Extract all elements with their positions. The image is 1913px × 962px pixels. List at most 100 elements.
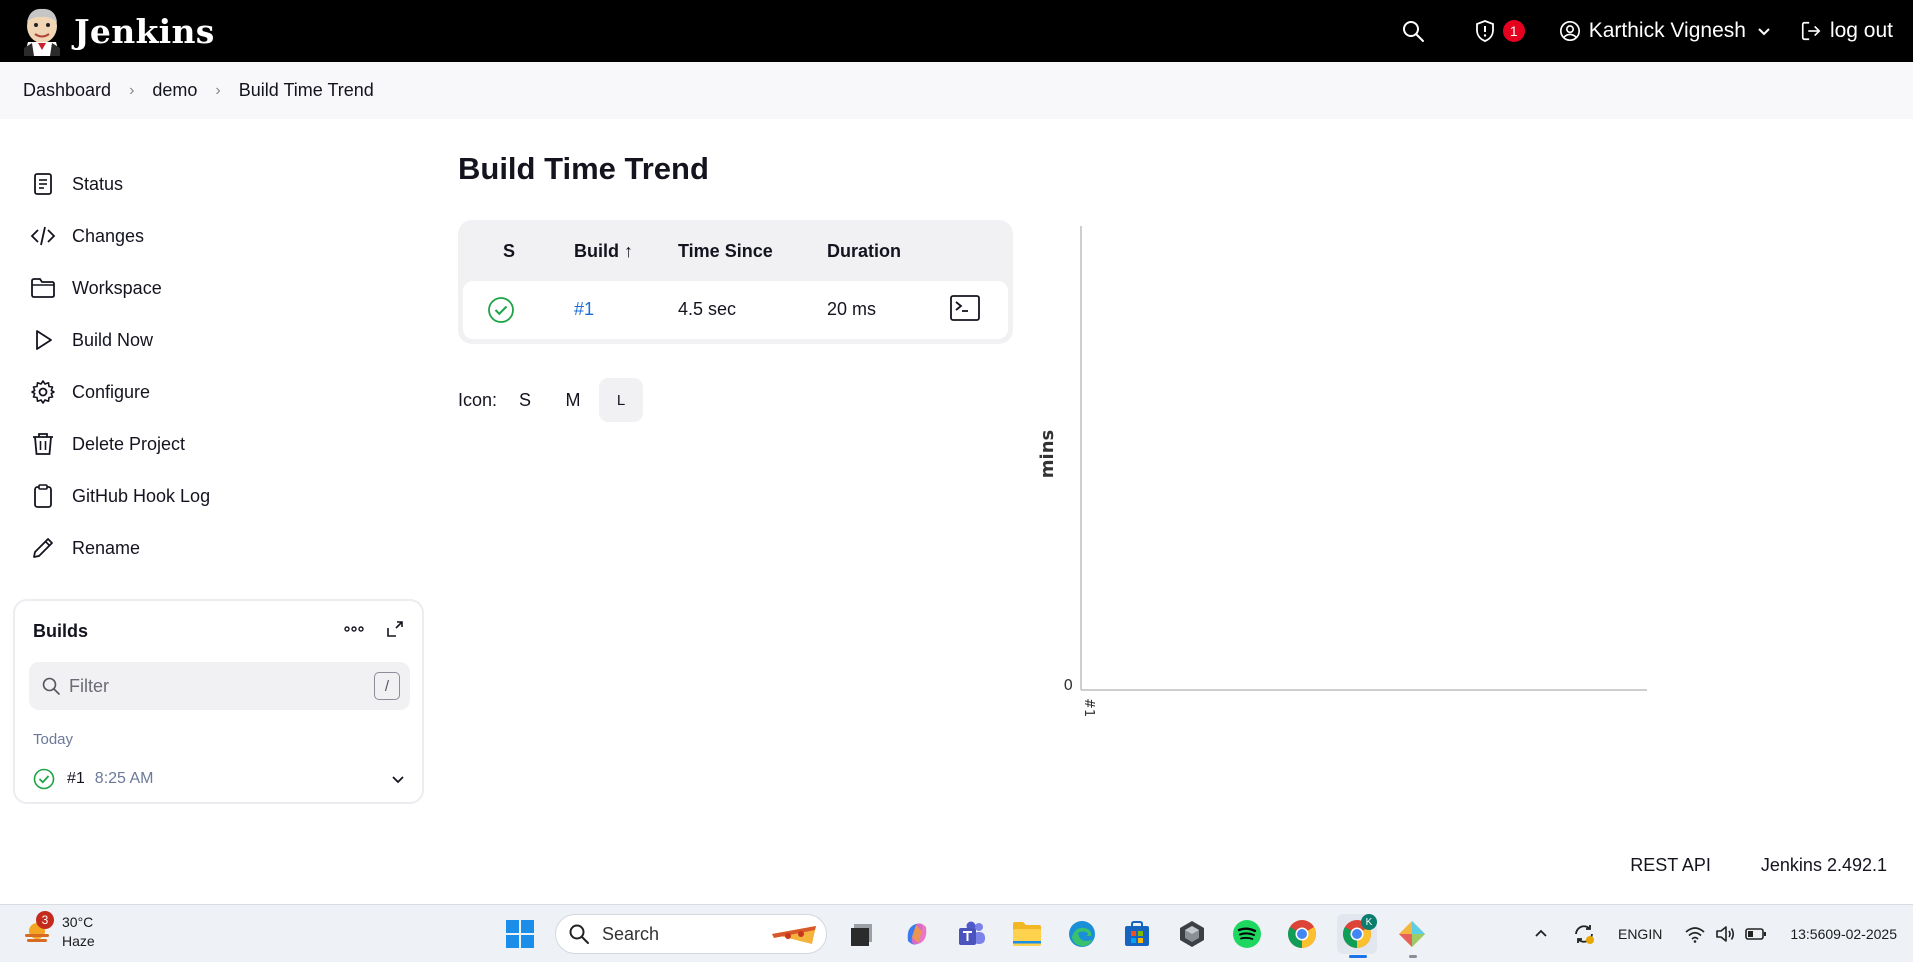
search-icon xyxy=(1402,21,1424,42)
start-button[interactable] xyxy=(500,914,540,954)
builds-panel: Builds / Today #1 8:25 AM xyxy=(13,599,424,804)
column-header-time-since[interactable]: Time Since xyxy=(678,241,773,262)
icon-size-large[interactable]: L xyxy=(599,378,644,422)
spotify-app[interactable] xyxy=(1227,914,1267,954)
chrome-profile-badge: K xyxy=(1361,914,1377,930)
icon-size-small[interactable]: S xyxy=(503,378,547,422)
keyboard-shortcut-hint: / xyxy=(374,672,400,700)
success-check-icon xyxy=(488,297,514,323)
git-diamond-icon xyxy=(1399,921,1425,947)
chrome-app[interactable] xyxy=(1282,914,1322,954)
sidebar-item-configure[interactable]: Configure xyxy=(30,366,210,418)
weather-widget[interactable]: 3 30°C Haze xyxy=(22,911,95,951)
sidebar-item-changes[interactable]: Changes xyxy=(30,210,210,262)
sidebar-item-label: Configure xyxy=(72,381,151,402)
windows-logo-icon xyxy=(506,920,534,948)
rest-api-link[interactable]: REST API xyxy=(1630,855,1711,876)
column-header-duration[interactable]: Duration xyxy=(827,241,901,262)
search-button[interactable] xyxy=(1401,19,1425,43)
search-icon xyxy=(42,677,60,695)
chevron-right-icon: › xyxy=(215,81,221,99)
edge-browser-icon xyxy=(1069,921,1095,947)
teams-app[interactable] xyxy=(952,914,992,954)
sidebar-item-github-hook-log[interactable]: GitHub Hook Log xyxy=(30,470,210,522)
side-panel-tasks: Status Changes Workspace Build Now Confi… xyxy=(30,158,210,574)
sidebar-item-rename[interactable]: Rename xyxy=(30,522,210,574)
user-menu[interactable]: Karthick Vignesh xyxy=(1559,19,1772,43)
gear-icon xyxy=(31,380,55,404)
folder-icon xyxy=(1013,922,1041,946)
brand-link[interactable]: Jenkins xyxy=(20,6,215,56)
expand-icon[interactable] xyxy=(385,619,405,639)
chrome-profile-app-active[interactable]: K xyxy=(1337,914,1377,958)
build-time: 8:25 AM xyxy=(94,770,154,787)
top-header: Jenkins 1 Karthick Vignesh log out xyxy=(0,0,1913,62)
weather-condition: Haze xyxy=(62,933,95,949)
jenkins-version-link[interactable]: Jenkins 2.492.1 xyxy=(1761,855,1887,876)
folder-icon xyxy=(31,278,55,298)
microsoft-store-app[interactable] xyxy=(1117,914,1157,954)
active-window-indicator xyxy=(1349,955,1367,958)
breadcrumb-build-time-trend[interactable]: Build Time Trend xyxy=(239,80,374,101)
edge-app[interactable] xyxy=(1062,914,1102,954)
breadcrumb-demo[interactable]: demo xyxy=(152,80,197,101)
clipboard-icon xyxy=(34,484,52,508)
shield-alert-icon xyxy=(1475,20,1494,42)
clock-time: 13:56 xyxy=(1790,925,1826,942)
sidebar-item-label: Workspace xyxy=(72,277,162,298)
chevron-down-icon[interactable] xyxy=(389,770,407,788)
dark-hexagon-app[interactable] xyxy=(1172,914,1212,954)
input-language-indicator[interactable]: ENG IN xyxy=(1618,925,1662,944)
copilot-app[interactable] xyxy=(897,914,937,954)
chart-y-tick-label: 0 xyxy=(1063,676,1073,694)
chrome-icon xyxy=(1288,920,1316,948)
time-since-cell: 4.5 sec xyxy=(678,299,737,319)
success-check-icon xyxy=(33,768,55,790)
task-view-icon xyxy=(851,924,872,946)
play-icon xyxy=(36,330,52,350)
weather-notification-badge: 3 xyxy=(36,911,54,929)
sidebar-item-workspace[interactable]: Workspace xyxy=(30,262,210,314)
hexagon-app-icon xyxy=(1180,921,1204,947)
sync-icon xyxy=(1575,925,1594,944)
brand-name: Jenkins xyxy=(74,11,215,51)
column-header-build[interactable]: Build ↑ xyxy=(574,241,633,262)
taskbar-search[interactable]: Search xyxy=(555,914,827,954)
logout-label: log out xyxy=(1829,19,1893,42)
sidebar-item-label: Rename xyxy=(72,537,141,558)
column-header-status[interactable]: S xyxy=(503,241,515,262)
build-history-item[interactable]: #1 8:25 AM xyxy=(33,764,413,794)
build-time-chart: mins 0 #1 xyxy=(1037,226,1647,717)
sidebar-item-delete-project[interactable]: Delete Project xyxy=(30,418,210,470)
git-app[interactable] xyxy=(1392,914,1432,958)
more-options-icon[interactable] xyxy=(341,619,367,639)
icon-size-medium[interactable]: M xyxy=(551,378,595,422)
console-output-icon[interactable] xyxy=(950,295,980,321)
user-name: Karthick Vignesh xyxy=(1588,19,1746,42)
builds-filter: / xyxy=(29,662,410,710)
user-icon xyxy=(1559,21,1580,41)
security-alerts-button[interactable]: 1 xyxy=(1473,19,1525,43)
breadcrumb: Dashboard › demo › Build Time Trend xyxy=(0,62,1913,119)
teams-icon xyxy=(959,921,985,945)
icon-size-label: Icon: xyxy=(458,389,498,410)
task-view-button[interactable] xyxy=(842,914,882,954)
logout-button[interactable]: log out xyxy=(1800,19,1893,43)
builds-title: Builds xyxy=(33,621,89,641)
sidebar-item-status[interactable]: Status xyxy=(30,158,210,210)
sync-status-button[interactable] xyxy=(1572,922,1596,946)
build-group-label: Today xyxy=(33,731,74,748)
show-hidden-icons-button[interactable] xyxy=(1532,925,1550,943)
clock[interactable]: 13:56 09-02-2025 xyxy=(1790,925,1897,944)
breadcrumb-dashboard[interactable]: Dashboard xyxy=(23,80,111,101)
language-code: ENG xyxy=(1617,925,1649,942)
file-explorer-app[interactable] xyxy=(1007,914,1047,954)
sidebar-item-build-now[interactable]: Build Now xyxy=(30,314,210,366)
build-link[interactable]: #1 xyxy=(574,299,594,320)
network-volume-battery-group[interactable] xyxy=(1684,924,1768,944)
battery-icon xyxy=(1745,928,1767,940)
duration-cell: 20 ms xyxy=(827,299,877,319)
chevron-up-icon xyxy=(1535,929,1547,937)
chart-x-tick-label: #1 xyxy=(1081,698,1096,717)
filter-input[interactable] xyxy=(69,675,349,697)
